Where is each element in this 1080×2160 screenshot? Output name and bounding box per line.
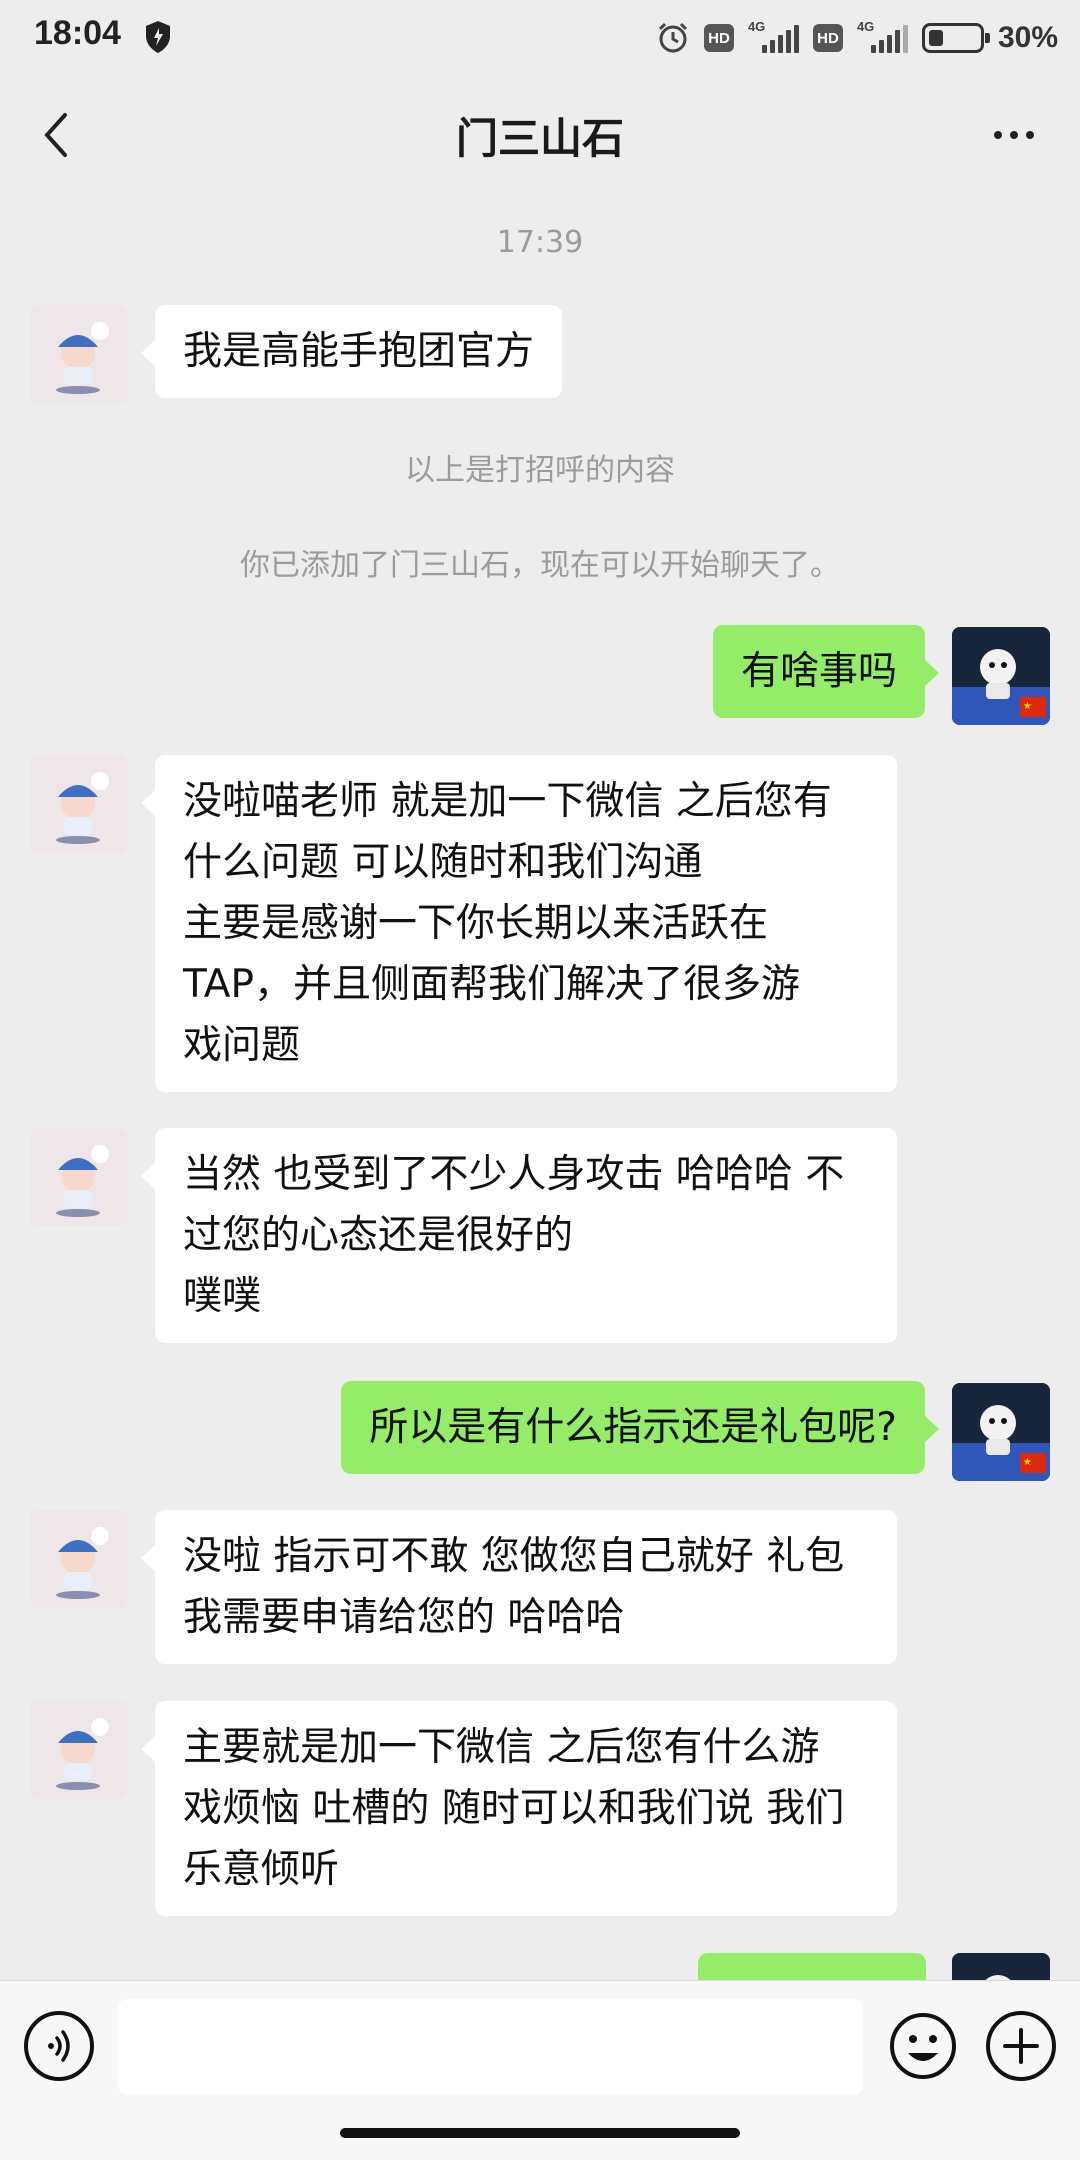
more-functions-button[interactable] — [986, 2011, 1056, 2081]
avatar-image — [30, 305, 128, 403]
my-avatar[interactable]: ★ — [952, 627, 1050, 725]
message-bubble-outgoing[interactable]: 所以是有什么指示还是礼包呢? — [341, 1381, 939, 1474]
message-bubble-incoming[interactable]: 主要就是加一下微信 之后您有什么游 戏烦恼 吐槽的 随时可以和我们说 我们 乐意… — [141, 1701, 897, 1916]
avatar-image — [952, 1953, 1050, 1980]
more-dot — [1026, 131, 1034, 139]
message-input[interactable] — [118, 1999, 863, 2095]
signal-icon: 4G — [857, 19, 908, 53]
contact-avatar[interactable] — [30, 755, 128, 853]
message-bubble-incoming[interactable]: 当然 也受到了不少人身攻击 哈哈哈 不 过您的心态还是很好的 噗噗 — [141, 1128, 897, 1343]
battery-icon — [921, 23, 990, 53]
battery-percent: 30% — [997, 21, 1058, 54]
chat-area[interactable]: 17:39 我是高能手抱团官方 以上是打招呼的内容 你已添加了门三山石，现在可以… — [0, 195, 1080, 1980]
contact-avatar[interactable] — [30, 1701, 128, 1799]
status-icons: HD 4G HD 4G 30% — [656, 16, 1058, 60]
svg-text:★: ★ — [1023, 701, 1032, 712]
contact-avatar[interactable] — [30, 305, 128, 403]
contact-avatar[interactable] — [30, 1510, 128, 1608]
emoji-icon[interactable] — [888, 2011, 958, 2081]
hd-badge: HD — [812, 24, 843, 52]
avatar-image: ★ — [952, 627, 1050, 725]
svg-text:★: ★ — [1023, 1457, 1032, 1468]
signal-icon: 4G — [748, 19, 799, 53]
plus-icon — [1003, 2028, 1039, 2064]
avatar-image — [30, 1701, 128, 1799]
message-bubble-incoming[interactable]: 没啦喵老师 就是加一下微信 之后您有 什么问题 可以随时和我们沟通 主要是感谢一… — [141, 755, 897, 1092]
message-timestamp: 17:39 — [496, 225, 584, 260]
message-bubble-incoming[interactable]: 我是高能手抱团官方 — [140, 305, 563, 398]
message-bubble-outgoing-partial[interactable] — [698, 1953, 926, 1980]
nav-bar: 门三山石 — [0, 75, 1080, 195]
my-avatar[interactable] — [952, 1953, 1050, 1980]
status-time: 18:04 — [34, 14, 121, 52]
voice-button[interactable] — [24, 2011, 94, 2081]
more-dot — [1010, 131, 1018, 139]
avatar-image — [30, 1510, 128, 1608]
system-note: 你已添加了门三山石，现在可以开始聊天了。 — [240, 548, 840, 583]
status-bar: 18:04 HD 4G HD 4G 30% — [0, 0, 1080, 75]
network-type: 4G — [856, 19, 875, 34]
network-type: 4G — [747, 19, 766, 34]
avatar-image — [30, 1128, 128, 1226]
message-bubble-outgoing[interactable]: 有啥事吗 — [712, 625, 940, 718]
home-indicator[interactable] — [340, 2128, 740, 2138]
voice-icon — [48, 2030, 70, 2062]
hd-badge: HD — [703, 24, 734, 52]
more-button[interactable] — [984, 113, 1044, 157]
more-dot — [994, 131, 1002, 139]
system-note: 以上是打招呼的内容 — [405, 453, 675, 488]
chat-title: 门三山石 — [455, 114, 624, 163]
alarm-icon — [658, 22, 688, 53]
message-bubble-incoming[interactable]: 没啦 指示可不敢 您做您自己就好 礼包 我需要申请给您的 哈哈哈 — [141, 1510, 897, 1664]
my-avatar[interactable]: ★ — [952, 1383, 1050, 1481]
shield-icon — [146, 21, 170, 53]
contact-avatar[interactable] — [30, 1128, 128, 1226]
avatar-image — [30, 755, 128, 853]
avatar-image: ★ — [952, 1383, 1050, 1481]
